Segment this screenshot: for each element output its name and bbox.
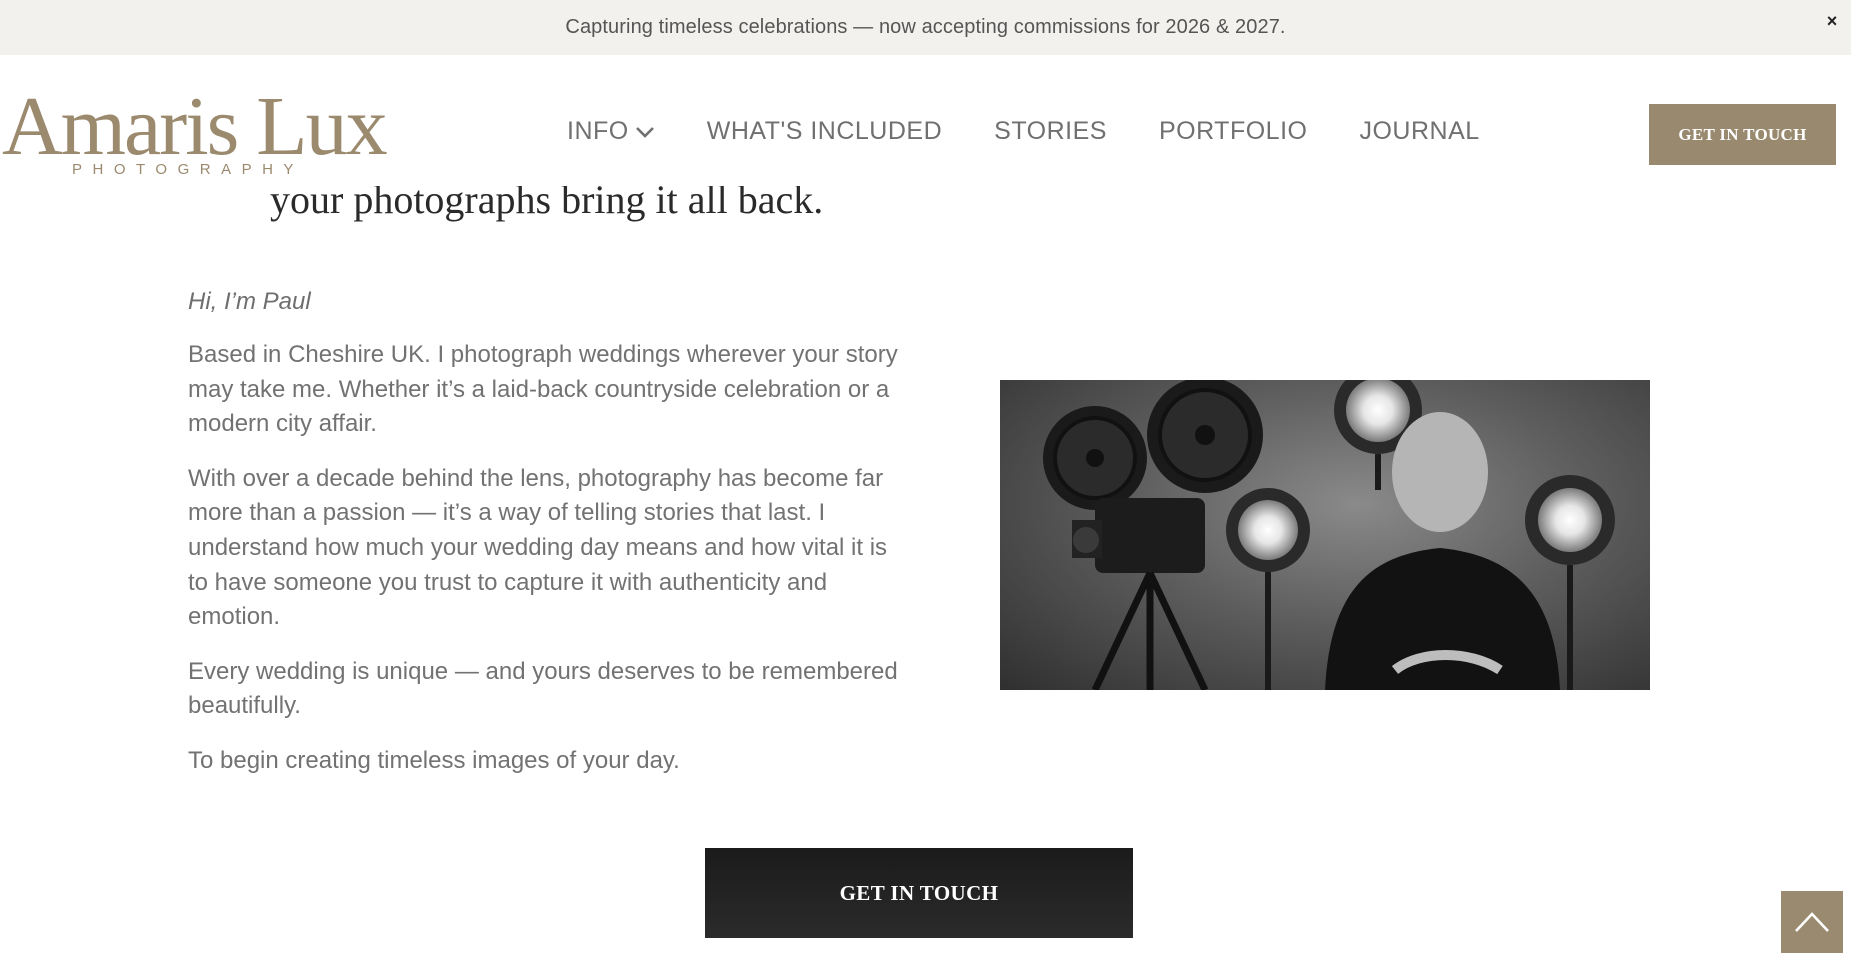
main-nav: INFO WHAT'S INCLUDED STORIES PORTFOLIO J…	[567, 117, 1480, 146]
header-get-in-touch-button[interactable]: GET IN TOUCH	[1649, 104, 1836, 165]
close-icon[interactable]: ×	[1821, 10, 1843, 32]
about-paragraph: Based in Cheshire UK. I photograph weddi…	[188, 341, 898, 438]
photographer-portrait	[1000, 380, 1650, 690]
about-text: Hi, I’m Paul Based in Cheshire UK. I pho…	[188, 288, 908, 799]
portrait-illustration	[1043, 380, 1615, 690]
chevron-up-icon	[1795, 912, 1829, 932]
nav-item-info[interactable]: INFO	[567, 117, 655, 146]
announcement-bar: Capturing timeless celebrations — now ac…	[0, 0, 1851, 55]
announcement-text: Capturing timeless celebrations — now ac…	[565, 16, 1286, 38]
about-paragraph: With over a decade behind the lens, phot…	[188, 464, 888, 631]
get-in-touch-button[interactable]: GET IN TOUCH	[705, 848, 1133, 938]
logo[interactable]: Amaris Lux PHOTOGRAPHY	[0, 80, 388, 195]
nav-item-label: INFO	[567, 117, 629, 145]
section-heading-clipped: your photographs bring it all back.	[270, 186, 824, 222]
about-greeting: Hi, I’m Paul	[188, 288, 311, 315]
logo-wordmark: Amaris Lux	[2, 80, 388, 173]
nav-item-journal[interactable]: JOURNAL	[1359, 117, 1479, 146]
about-paragraph: Every wedding is unique — and yours dese…	[188, 657, 898, 720]
nav-item-whats-included[interactable]: WHAT'S INCLUDED	[707, 117, 942, 146]
back-to-top-button[interactable]	[1781, 891, 1843, 953]
chevron-down-icon	[635, 126, 654, 138]
about-paragraph: To begin creating timeless images of you…	[188, 746, 680, 774]
nav-item-stories[interactable]: STORIES	[994, 117, 1107, 146]
nav-item-portfolio[interactable]: PORTFOLIO	[1159, 117, 1308, 146]
